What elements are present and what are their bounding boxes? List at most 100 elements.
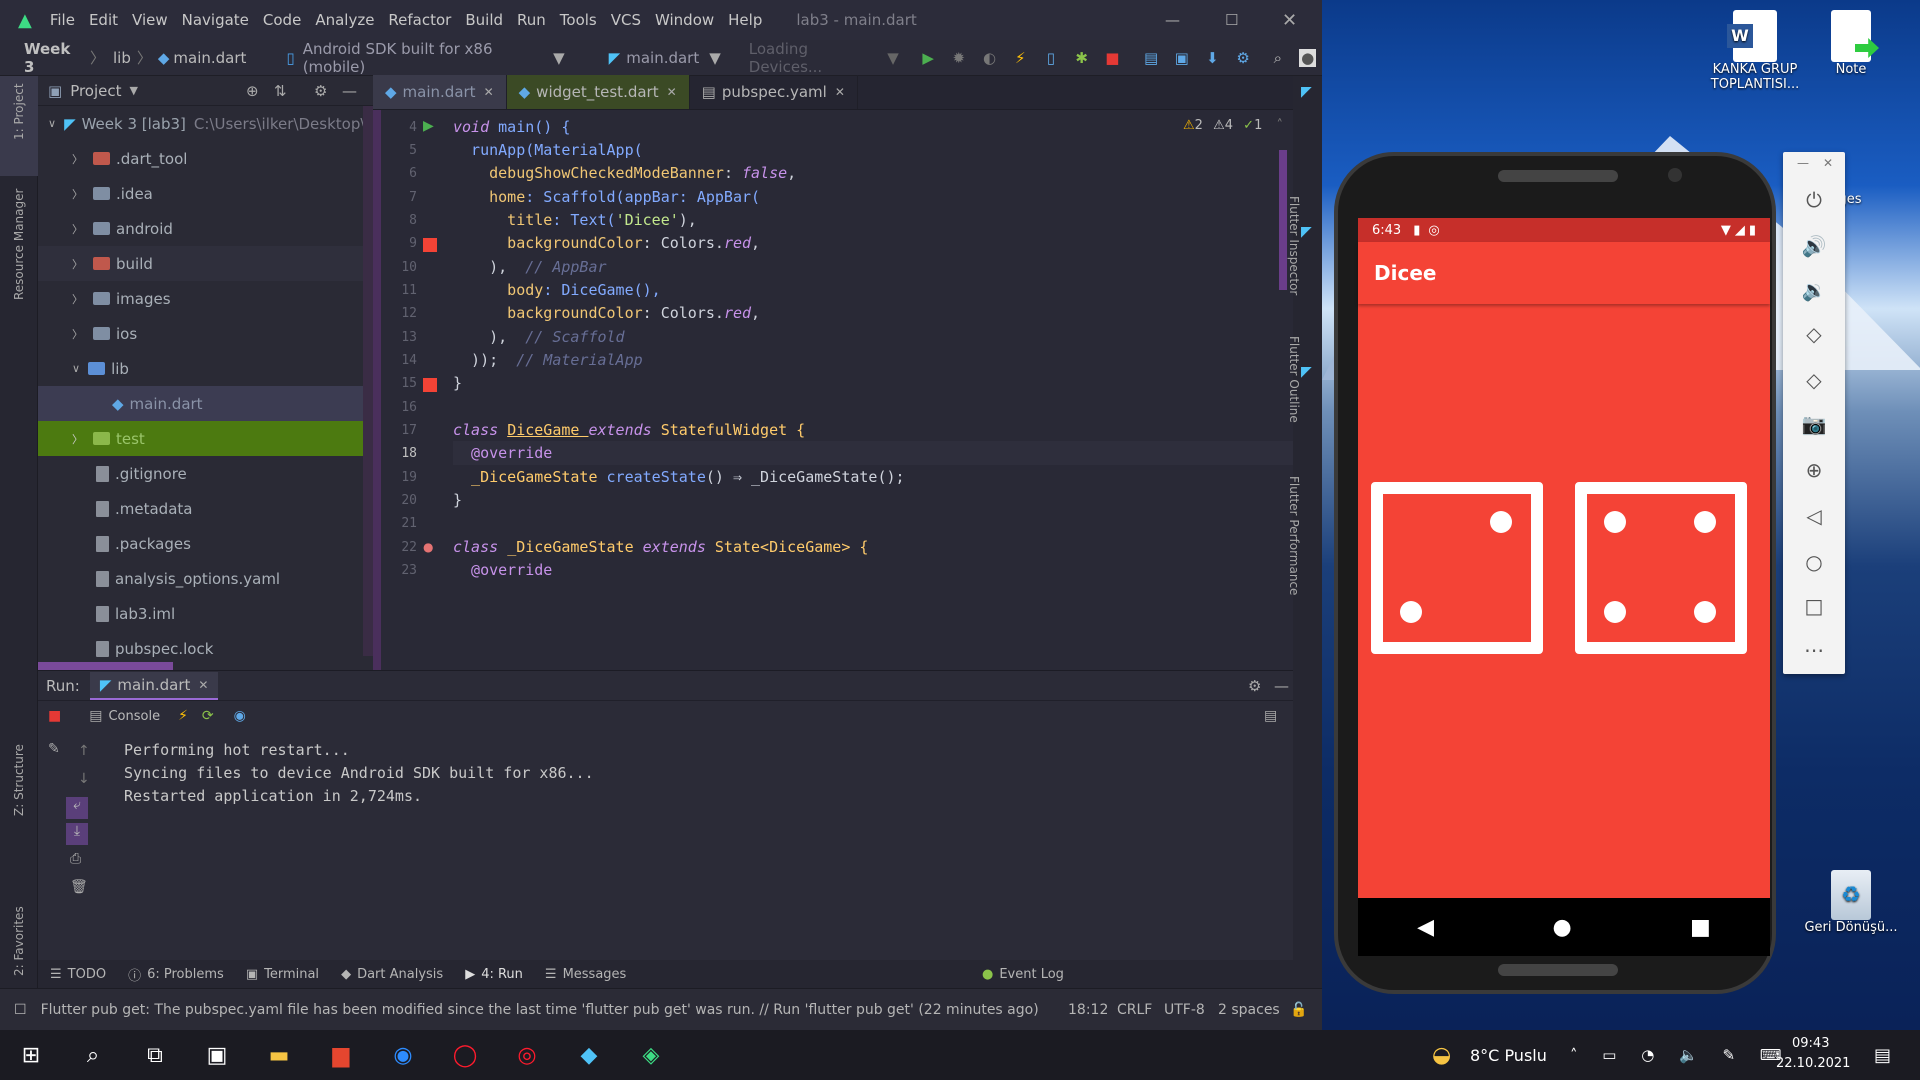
menu-view[interactable]: View: [132, 11, 168, 29]
volume-up-icon[interactable]: 🔊: [1800, 232, 1828, 260]
gear-icon[interactable]: ⚙: [1248, 677, 1261, 695]
office-app-icon[interactable]: ▆: [310, 1030, 372, 1080]
chevron-up-icon[interactable]: ˄: [1276, 118, 1283, 133]
status-message[interactable]: Flutter pub get: The pubspec.yaml file h…: [41, 1002, 1041, 1018]
hide-icon[interactable]: —: [342, 82, 357, 100]
terminal-app-icon[interactable]: ▣: [186, 1030, 248, 1080]
home-icon[interactable]: ●: [1552, 915, 1571, 940]
close-button[interactable]: ✕: [1282, 10, 1297, 31]
project-view-selector[interactable]: Project: [70, 82, 121, 100]
tree-item-lab3-iml[interactable]: lab3.iml: [38, 596, 373, 631]
task-view-icon[interactable]: ⧉: [124, 1030, 186, 1080]
maximize-button[interactable]: ☐: [1225, 11, 1238, 29]
close-icon[interactable]: ✕: [484, 85, 494, 99]
scroll-to-end-icon[interactable]: ⤓: [66, 823, 88, 845]
tool-tab-terminal[interactable]: ▣ Terminal: [246, 967, 319, 982]
tool-window-resource-manager[interactable]: Resource Manager: [12, 189, 26, 300]
status-toggle-icon[interactable]: ☐: [14, 1002, 27, 1018]
file-explorer-icon[interactable]: ▬: [248, 1030, 310, 1080]
editor-scrollbar[interactable]: [1279, 150, 1287, 290]
project-scrollbar[interactable]: [363, 106, 373, 656]
opera-icon[interactable]: ◯: [434, 1030, 496, 1080]
tool-window-structure[interactable]: Z: Structure: [12, 744, 26, 816]
arrow-down-icon[interactable]: ↓: [78, 771, 90, 787]
device-selector[interactable]: Android SDK built for x86 (mobile): [303, 40, 543, 76]
tab-pubspec[interactable]: ▤ pubspec.yaml ✕: [690, 75, 858, 109]
search-icon[interactable]: ⌕: [1269, 48, 1288, 68]
notification-icon[interactable]: ▤: [1874, 1045, 1891, 1066]
menu-vcs[interactable]: VCS: [611, 11, 641, 29]
hide-icon[interactable]: —: [1274, 677, 1289, 695]
menu-file[interactable]: File: [50, 11, 75, 29]
phone-screen[interactable]: 6:43 ▮ ◎ ▼ ◢ ▮ Dicee: [1358, 218, 1770, 898]
tree-item-pubspec-lock[interactable]: pubspec.lock: [38, 631, 373, 666]
menu-run[interactable]: Run: [517, 11, 546, 29]
hot-reload-icon[interactable]: ⚡: [1011, 48, 1030, 68]
more-icon[interactable]: ⋯: [1800, 636, 1828, 664]
tree-item-ios[interactable]: 〉 ios: [38, 316, 373, 351]
power-icon[interactable]: ⏻: [1800, 186, 1828, 214]
menu-navigate[interactable]: Navigate: [182, 11, 249, 29]
search-icon[interactable]: ⌕: [62, 1030, 124, 1080]
close-icon[interactable]: ✕: [835, 85, 845, 99]
menu-help[interactable]: Help: [728, 11, 762, 29]
tree-root[interactable]: ∨ ◤ Week 3 [lab3] C:\Users\ilker\Desktop…: [38, 106, 373, 141]
run-icon[interactable]: ▶: [919, 48, 938, 68]
tree-item-lib[interactable]: ∨ lib: [38, 351, 373, 386]
tool-tab-todo[interactable]: ☰ TODO: [50, 967, 106, 982]
override-gutter-icon[interactable]: ●: [423, 540, 433, 554]
tree-item-packages[interactable]: .packages: [38, 526, 373, 561]
home-icon[interactable]: ○: [1800, 548, 1828, 576]
print-icon[interactable]: ⎙: [70, 851, 81, 867]
back-icon[interactable]: ◀: [1417, 915, 1434, 940]
desktop-icon-note[interactable]: Note: [1796, 10, 1906, 77]
menu-refactor[interactable]: Refactor: [388, 11, 451, 29]
zoom-icon[interactable]: ⊕: [1800, 456, 1828, 484]
menu-analyze[interactable]: Analyze: [315, 11, 374, 29]
tool-tab-dart-analysis[interactable]: ◆ Dart Analysis: [341, 967, 443, 982]
tree-item-metadata[interactable]: .metadata: [38, 491, 373, 526]
menu-edit[interactable]: Edit: [89, 11, 118, 29]
run-tab[interactable]: ◤ main.dart ✕: [89, 671, 219, 700]
collapse-icon[interactable]: ⇅: [274, 82, 287, 100]
flutter-app-icon[interactable]: ◆: [558, 1030, 620, 1080]
tool-tab-messages[interactable]: ☰ Messages: [545, 967, 626, 982]
color-swatch-icon[interactable]: [423, 378, 437, 392]
minimize-button[interactable]: —: [1165, 11, 1180, 29]
tree-item-gitignore[interactable]: .gitignore: [38, 456, 373, 491]
tool-tab-problems[interactable]: ⓘ 6: Problems: [128, 965, 224, 984]
left-die[interactable]: [1371, 482, 1543, 654]
breadcrumb-folder[interactable]: lib: [113, 49, 131, 67]
volume-down-icon[interactable]: 🔉: [1800, 276, 1828, 304]
stop-icon[interactable]: ■: [48, 708, 61, 724]
clock-time[interactable]: 09:43: [1792, 1036, 1829, 1051]
devices-selector[interactable]: Loading Devices...: [749, 40, 877, 76]
camera-icon[interactable]: 📷: [1800, 410, 1828, 438]
tray-icons[interactable]: ˄ ▭ ◔ 🔈 ✎ ⌨: [1570, 1046, 1792, 1064]
desktop-icon-recycle-bin[interactable]: ♻ Geri Dönüşü...: [1796, 870, 1906, 935]
tree-item-analysis-options[interactable]: analysis_options.yaml: [38, 561, 373, 596]
tab-widget-test[interactable]: ◆ widget_test.dart ✕: [506, 75, 690, 109]
layout-inspector-icon[interactable]: ⚙: [1234, 48, 1253, 68]
close-icon[interactable]: ✕: [1823, 156, 1833, 170]
caret-position[interactable]: 18:12: [1068, 1002, 1108, 1018]
pin-icon[interactable]: ✎: [48, 741, 60, 757]
lock-icon[interactable]: 🔓: [1290, 1002, 1307, 1018]
desktop-icon-word[interactable]: W KANKA GRUP TOPLANTISI...: [1700, 10, 1810, 92]
tool-window-flutter-performance[interactable]: Flutter Performance: [1287, 476, 1301, 595]
trash-icon[interactable]: 🗑: [70, 879, 88, 895]
rotate-left-icon[interactable]: ◇: [1800, 320, 1828, 348]
weather-text[interactable]: 8°C Puslu: [1470, 1046, 1547, 1065]
tool-tab-event-log[interactable]: ● Event Log: [982, 967, 1064, 982]
start-button[interactable]: ⊞: [0, 1030, 62, 1080]
zoom-app-icon[interactable]: ◉: [372, 1030, 434, 1080]
locate-icon[interactable]: ⊕: [246, 82, 259, 100]
line-separator[interactable]: CRLF: [1117, 1002, 1152, 1018]
avd-icon[interactable]: ▣: [1172, 48, 1191, 68]
arrow-up-icon[interactable]: ↑: [78, 743, 90, 759]
file-encoding[interactable]: UTF-8: [1164, 1002, 1205, 1018]
menu-code[interactable]: Code: [263, 11, 301, 29]
breadcrumb-project[interactable]: Week 3: [24, 40, 82, 76]
inspection-widget[interactable]: ⚠2 ⚠4 ✓1 ˄ ˅: [1183, 118, 1302, 133]
debug-icon[interactable]: ✹: [949, 48, 968, 68]
